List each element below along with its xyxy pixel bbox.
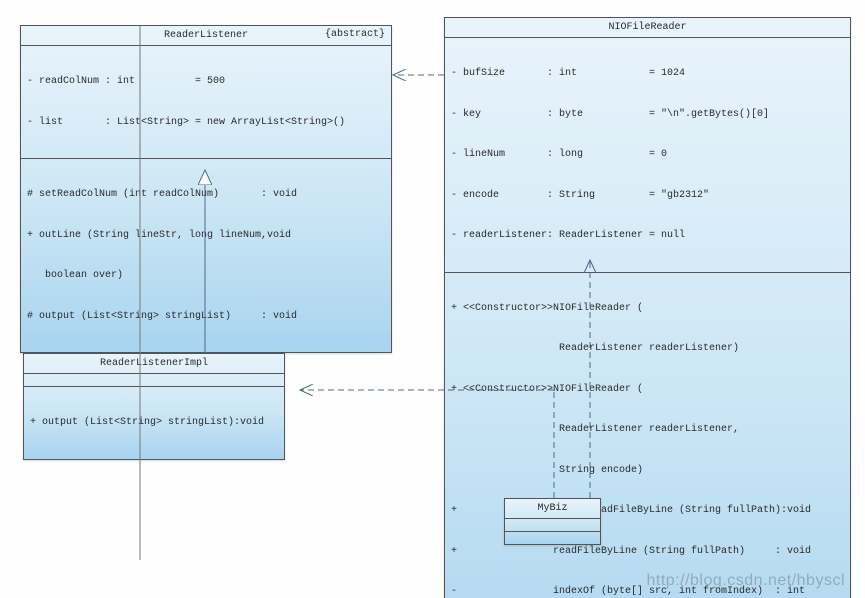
attr-row: - encode : String = "gb2312" [451, 189, 844, 203]
attr-row: - readColNum : int = 500 [27, 75, 385, 89]
class-title: ReaderListenerImpl [24, 354, 284, 373]
operations-section: # setReadColNum (int readColNum) : void … [21, 158, 391, 352]
op-row: # setReadColNum (int readColNum) : void [27, 188, 385, 202]
class-reader-listener: ReaderListener {abstract} - readColNum :… [20, 25, 392, 353]
attr-row: - readerListener: ReaderListener = null [451, 229, 844, 243]
op-row: ReaderListener readerListener, [451, 423, 844, 437]
op-row: ReaderListener readerListener) [451, 342, 844, 356]
op-row: + outLine (String lineStr, long lineNum,… [27, 229, 385, 243]
class-my-biz: MyBiz [504, 498, 601, 545]
operations-section [505, 531, 600, 544]
class-name-text: ReaderListener [164, 30, 248, 41]
attributes-section: - bufSize : int = 1024 - key : byte = "\… [445, 37, 850, 272]
op-row: + output (List<String> stringList):void [30, 416, 278, 430]
attributes-section [505, 518, 600, 531]
class-stereotype: {abstract} [325, 29, 385, 40]
op-row: boolean over) [27, 269, 385, 283]
attributes-section: - readColNum : int = 500 - list : List<S… [21, 45, 391, 158]
attributes-section [24, 373, 284, 386]
attr-row: - key : byte = "\n".getBytes()[0] [451, 108, 844, 122]
watermark-text: http://blog.csdn.net/hbyscl [647, 572, 846, 590]
op-row: String encode) [451, 464, 844, 478]
attr-row: - bufSize : int = 1024 [451, 67, 844, 81]
operations-section: + output (List<String> stringList):void [24, 386, 284, 459]
op-row: # output (List<String> stringList) : voi… [27, 310, 385, 324]
class-title: MyBiz [505, 499, 600, 518]
class-title: ReaderListener {abstract} [21, 26, 391, 45]
class-name-text: ReaderListenerImpl [100, 358, 208, 369]
class-name-text: NIOFileReader [608, 22, 686, 33]
attr-row: - lineNum : long = 0 [451, 148, 844, 162]
op-row: + <<Constructor>>NIOFileReader ( [451, 383, 844, 397]
op-row: + readFileByLine (String fullPath) : voi… [451, 545, 844, 559]
class-reader-listener-impl: ReaderListenerImpl + output (List<String… [23, 353, 285, 460]
operations-section: + <<Constructor>>NIOFileReader ( ReaderL… [445, 272, 850, 598]
class-title: NIOFileReader [445, 18, 850, 37]
attr-row: - list : List<String> = new ArrayList<St… [27, 116, 385, 130]
class-name-text: MyBiz [537, 503, 567, 514]
op-row: + <<Constructor>>NIOFileReader ( [451, 302, 844, 316]
